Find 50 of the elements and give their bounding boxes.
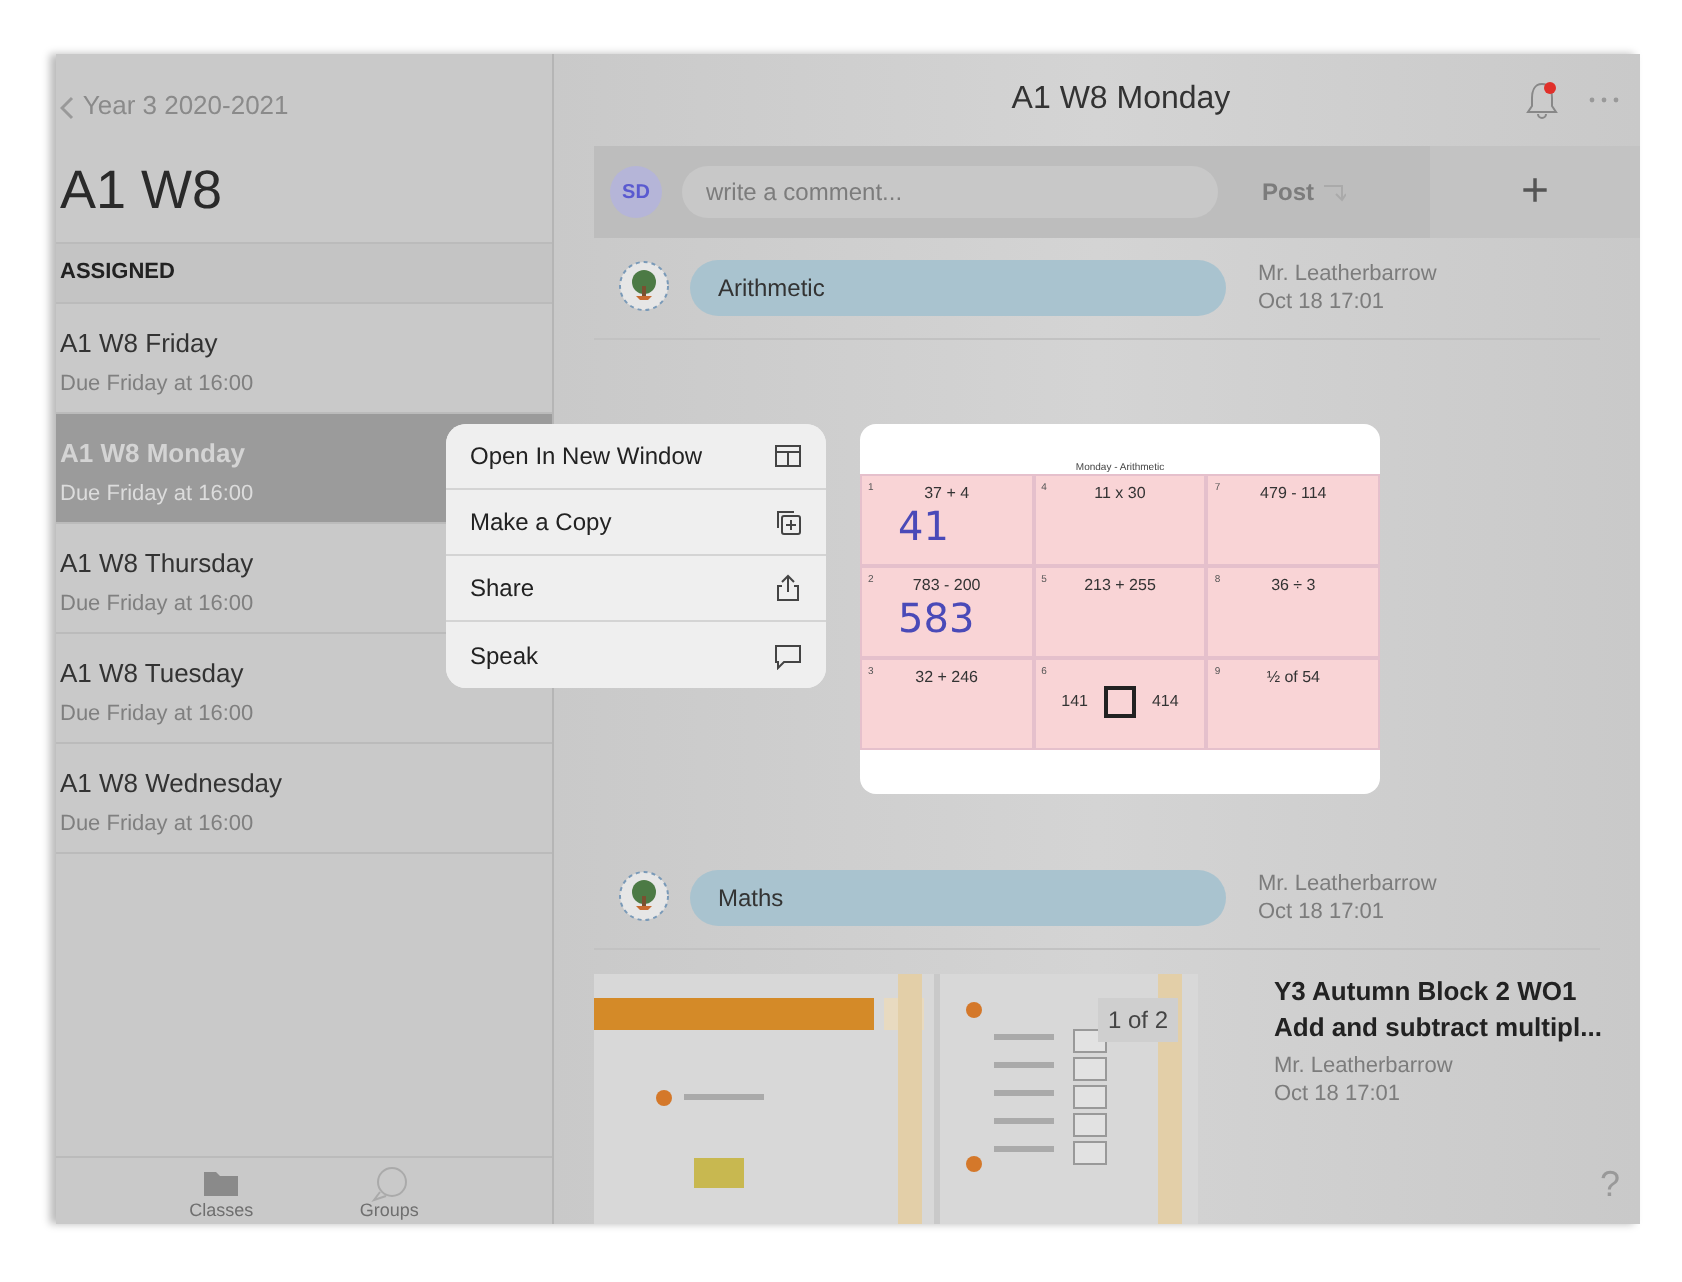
due-date: Due Friday at 16:00	[60, 370, 254, 400]
share-icon	[774, 574, 802, 602]
message-bubble: Maths	[690, 870, 1226, 927]
author-name: Mr. Leatherbarrow	[1274, 1052, 1455, 1081]
author-name: Mr. Leatherbarrow	[1258, 259, 1437, 289]
question-text: ½ of 54	[1266, 666, 1320, 690]
due-date: Due Friday at 16:00	[60, 590, 254, 620]
school-logo-icon	[618, 260, 670, 317]
message-bubble: Arithmetic	[690, 260, 1226, 317]
due-date: Due Friday at 16:00	[60, 480, 254, 510]
assignment-title[interactable]: A1 W8 Tuesday	[60, 653, 244, 692]
question-text: 32 + 246	[915, 666, 979, 690]
post-time: Oct 18 17:01	[1258, 288, 1386, 317]
assignment-title[interactable]: A1 W8 Thursday	[60, 543, 254, 582]
add-button[interactable]: +	[1430, 146, 1640, 239]
question-text: 414	[1151, 690, 1179, 714]
question-text: 213 + 255	[1084, 574, 1156, 598]
question-text: 36 ÷ 3	[1271, 574, 1316, 598]
bell-icon[interactable]	[1523, 80, 1560, 121]
handwritten-answer: 41	[896, 506, 951, 546]
post-time: Oct 18 17:01	[1274, 1080, 1402, 1110]
folder-icon	[201, 1166, 242, 1202]
comment-field[interactable]: write a comment...	[682, 166, 1218, 219]
post-time: Oct 18 17:01	[1258, 898, 1386, 928]
window-icon	[774, 442, 802, 470]
handwritten-answer: 583	[896, 598, 977, 638]
attachment-title: Y3 Autumn Block 2 WO1	[1274, 974, 1579, 1010]
question-text: 479 - 114	[1260, 482, 1327, 506]
speech-bubble-icon	[774, 641, 802, 669]
question-text: 11 x 30	[1094, 482, 1146, 506]
school-logo-icon	[618, 870, 670, 927]
question-text: 37 + 4	[924, 482, 970, 506]
question-text: 141	[1061, 690, 1088, 714]
menu-item[interactable]: Open In New Window	[446, 424, 826, 490]
more-icon[interactable]	[1587, 96, 1620, 105]
author-name: Mr. Leatherbarrow	[1258, 870, 1437, 899]
assignment-title[interactable]: A1 W8 Wednesday	[60, 763, 283, 802]
page-counter: 1 of 2	[1097, 998, 1178, 1042]
user-avatar: SD	[610, 166, 662, 219]
due-date: Due Friday at 16:00	[60, 700, 254, 730]
assignment-title[interactable]: A1 W8 Friday	[60, 323, 218, 362]
attachment-subtitle: Add and subtract multipl...	[1274, 1009, 1602, 1045]
answer-box	[1103, 686, 1136, 718]
back-icon	[60, 95, 76, 120]
screen-title: A1 W8 Monday	[1009, 80, 1231, 121]
section-header: ASSIGNED	[56, 244, 552, 303]
chat-icon	[369, 1166, 410, 1202]
question-text: 783 - 200	[912, 574, 981, 598]
copy-icon	[774, 508, 802, 536]
due-date: Due Friday at 16:00	[60, 810, 254, 840]
